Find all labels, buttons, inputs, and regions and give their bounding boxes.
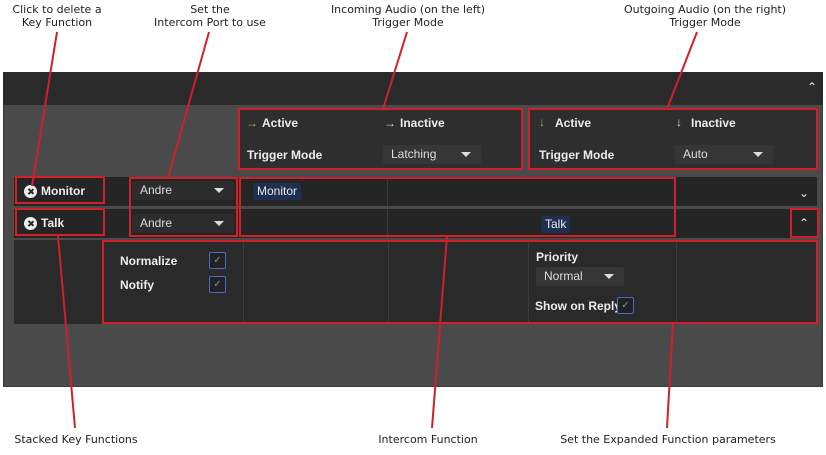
priority-label: Priority: [536, 250, 579, 264]
chevron-down-icon: [604, 274, 614, 279]
key-name-talk: Talk: [41, 216, 65, 230]
incoming-trigger-mode-label: Trigger Mode: [247, 148, 323, 162]
intercom-port-select-talk[interactable]: Andre: [132, 214, 234, 233]
delete-key-talk-close-icon[interactable]: [24, 217, 37, 230]
priority-select[interactable]: Normal: [536, 267, 624, 286]
annotation-outgoing-audio: Outgoing Audio (on the right) Trigger Mo…: [623, 3, 787, 29]
show-on-reply-checkbox[interactable]: ✓: [617, 297, 634, 314]
delete-key-monitor-close-icon[interactable]: [24, 185, 37, 198]
outgoing-inactive-icon: ↓: [676, 115, 682, 129]
key-name-monitor: Monitor: [41, 184, 85, 198]
notify-checkbox[interactable]: ✓: [209, 276, 226, 293]
normalize-checkbox[interactable]: ✓: [209, 252, 226, 269]
intercom-function-chip-monitor[interactable]: Monitor: [253, 183, 302, 200]
annotation-intercom-function: Intercom Function: [378, 433, 478, 446]
annotation-incoming-audio: Incoming Audio (on the left) Trigger Mod…: [330, 3, 486, 29]
intercom-function-chip-talk[interactable]: Talk: [541, 216, 571, 233]
collapse-row-chevron-up-icon[interactable]: ⌃: [797, 216, 811, 230]
show-on-reply-label: Show on Reply: [535, 299, 622, 313]
normalize-label: Normalize: [120, 254, 178, 268]
annotation-stacked-key-functions: Stacked Key Functions: [14, 433, 138, 446]
incoming-inactive-icon: →: [384, 116, 396, 130]
annotation-expanded-params: Set the Expanded Function parameters: [560, 433, 776, 446]
expand-row-chevron-down-icon[interactable]: ⌄: [797, 186, 811, 200]
notify-label: Notify: [120, 278, 154, 292]
annotation-intercom-port: Set the Intercom Port to use: [154, 3, 266, 29]
chevron-down-icon: [461, 152, 471, 157]
intercom-port-select-monitor[interactable]: Andre: [132, 181, 234, 200]
incoming-inactive-label: Inactive: [400, 116, 445, 130]
chevron-down-icon: [214, 188, 224, 193]
incoming-active-icon: →: [246, 116, 258, 130]
incoming-trigger-mode-select[interactable]: Latching: [383, 145, 481, 164]
param-divider: [103, 240, 104, 324]
panel-top-bar: [3, 72, 823, 105]
annotation-delete-key: Click to delete a Key Function: [12, 3, 102, 29]
incoming-active-label: Active: [262, 116, 299, 130]
param-divider: [528, 240, 529, 324]
outgoing-active-label: Active: [555, 116, 592, 130]
outgoing-inactive-label: Inactive: [691, 116, 736, 130]
param-divider: [243, 240, 244, 324]
chevron-down-icon: [214, 221, 224, 226]
param-divider: [676, 240, 677, 324]
chevron-down-icon: [753, 152, 763, 157]
outgoing-trigger-mode-select[interactable]: Auto: [675, 145, 773, 164]
row-divider: [387, 177, 388, 206]
collapse-panel-chevron-up-icon[interactable]: ⌃: [805, 80, 819, 94]
row-divider: [387, 209, 388, 238]
outgoing-active-icon: ↓: [539, 115, 545, 129]
outgoing-trigger-mode-label: Trigger Mode: [539, 148, 615, 162]
param-divider: [388, 240, 389, 324]
